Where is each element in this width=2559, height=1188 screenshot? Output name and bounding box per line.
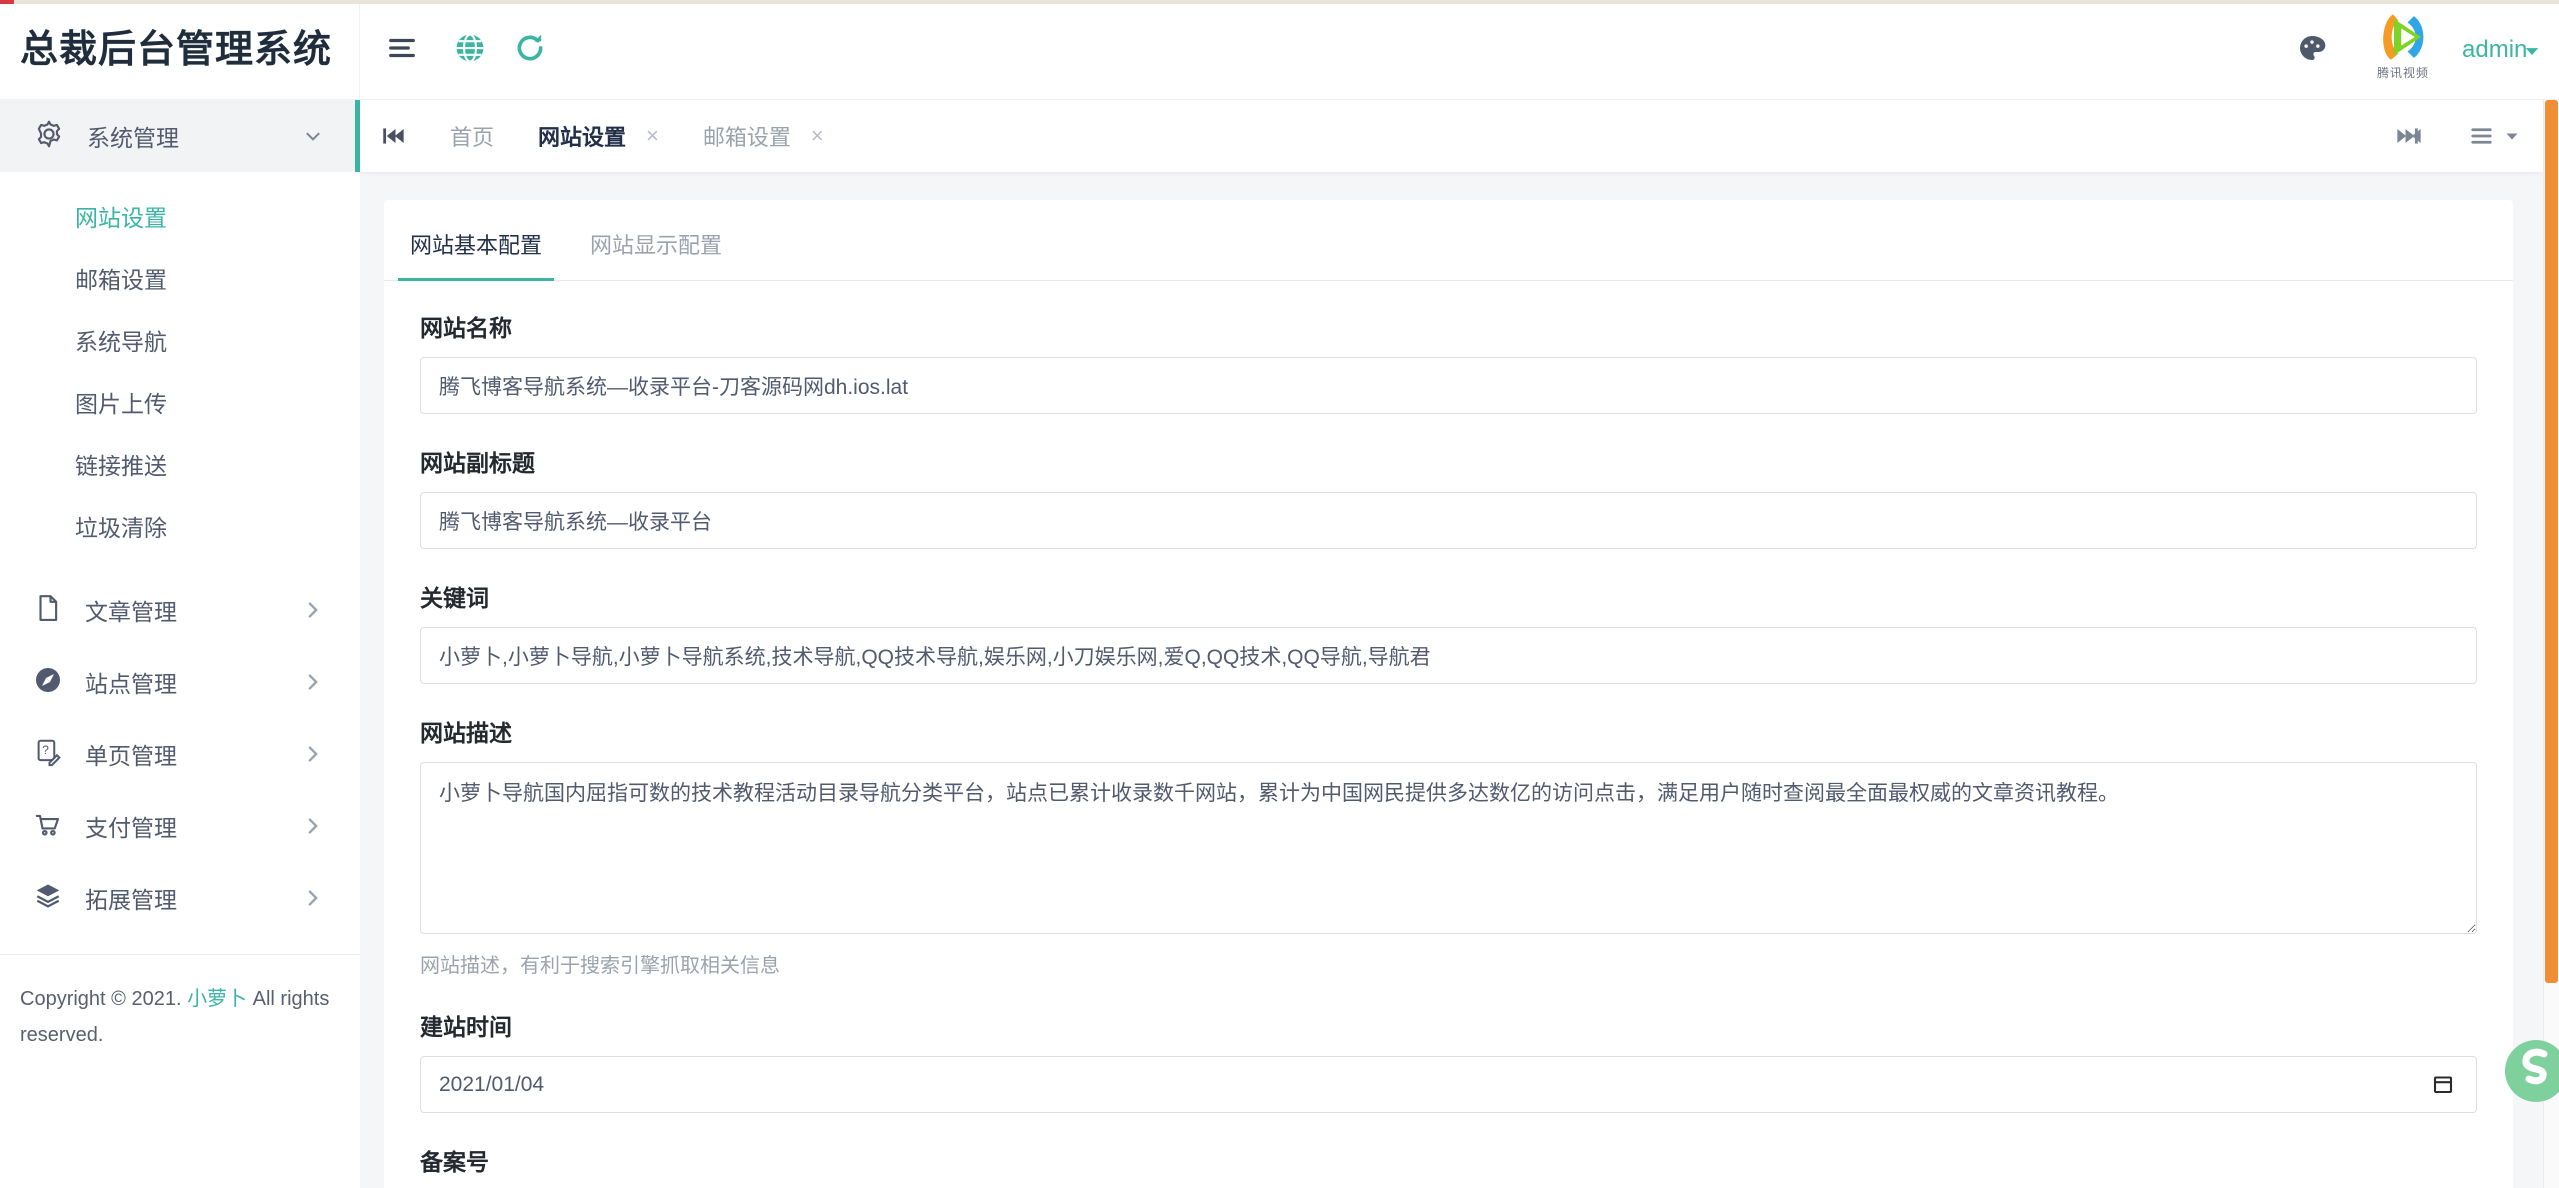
svg-text:?: ? xyxy=(42,743,49,757)
page-tabbar: 首页 网站设置 × 邮箱设置 × xyxy=(360,100,2543,172)
palette-icon xyxy=(2296,32,2328,69)
sidebar-group-label: 单页管理 xyxy=(85,737,177,771)
subtitle-input[interactable] xyxy=(420,492,2477,549)
copyright: Copyright © 2021. 小萝卜 All rights reserve… xyxy=(0,955,330,1053)
scrollbar-thumb[interactable] xyxy=(2545,100,2558,983)
tab-label: 网站设置 xyxy=(538,120,626,152)
close-icon[interactable]: × xyxy=(646,125,659,147)
floating-s-badge[interactable] xyxy=(2503,1038,2559,1104)
sidebar-item-system-nav[interactable]: 系统导航 xyxy=(0,311,360,373)
chevron-right-icon xyxy=(306,601,320,624)
tab-site-settings[interactable]: 网站设置 × xyxy=(538,120,659,152)
scroll-tabs-right-button[interactable] xyxy=(2395,122,2423,150)
gear-icon xyxy=(33,118,65,155)
sidebar: 系统管理 网站设置 邮箱设置 系统导航 图片上传 链接推送 垃圾清除 文章管理 … xyxy=(0,100,360,1188)
created-date-label: 建站时间 xyxy=(420,1008,2477,1042)
sidebar-group-articles[interactable]: 文章管理 xyxy=(0,574,360,646)
site-settings-form: 网站名称 网站副标题 关键词 网站描述 网站描述，有利于搜索引擎抓取相关信息 建… xyxy=(384,309,2513,1188)
chevron-right-icon xyxy=(306,817,320,840)
page-edit-icon: ? xyxy=(33,737,63,772)
icp-label: 备案号 xyxy=(420,1143,2477,1177)
chevron-right-icon xyxy=(306,673,320,696)
sidebar-group-system[interactable]: 系统管理 xyxy=(0,100,360,172)
tab-home[interactable]: 首页 xyxy=(450,120,494,152)
tab-label: 首页 xyxy=(450,120,494,152)
cart-icon xyxy=(33,809,63,844)
close-icon[interactable]: × xyxy=(811,125,824,147)
user-menu[interactable]: admin xyxy=(2462,0,2527,100)
scrollbar-track xyxy=(2543,100,2559,1188)
description-label: 网站描述 xyxy=(420,714,2477,748)
sidebar-group-pages[interactable]: ? 单页管理 xyxy=(0,718,360,790)
site-name-label: 网站名称 xyxy=(420,309,2477,343)
active-menu-indicator xyxy=(355,100,360,172)
document-icon xyxy=(33,593,63,628)
site-name-input[interactable] xyxy=(420,357,2477,414)
chevron-down-icon[interactable] xyxy=(2524,44,2540,62)
copyright-brand: 小萝卜 xyxy=(187,988,247,1010)
avatar-caption: 腾讯视频 xyxy=(2368,64,2438,81)
sidebar-group-label: 站点管理 xyxy=(85,665,177,699)
settings-tabs: 网站基本配置 网站显示配置 xyxy=(384,200,2513,281)
keywords-input[interactable] xyxy=(420,627,2477,684)
tabbar-right-controls xyxy=(2395,121,2525,151)
sidebar-group-label: 支付管理 xyxy=(85,809,177,843)
refresh-icon xyxy=(513,31,547,70)
refresh-button[interactable] xyxy=(510,0,550,100)
tencent-video-logo-icon xyxy=(2368,8,2438,66)
copyright-text: Copyright © 2021. xyxy=(20,988,182,1010)
description-textarea[interactable] xyxy=(420,762,2477,934)
topbar: 总裁后台管理系统 腾讯视频 admin xyxy=(0,0,2559,100)
created-date-field xyxy=(420,1056,2477,1113)
language-button[interactable] xyxy=(450,0,490,100)
theme-button[interactable] xyxy=(2292,0,2332,100)
sidebar-group-extensions[interactable]: 拓展管理 xyxy=(0,862,360,934)
sidebar-item-mail-settings[interactable]: 邮箱设置 xyxy=(0,249,360,311)
created-date-input[interactable] xyxy=(420,1056,2477,1113)
sidebar-item-image-upload[interactable]: 图片上传 xyxy=(0,373,360,435)
tab-basic-config[interactable]: 网站基本配置 xyxy=(398,206,554,280)
settings-card: 网站基本配置 网站显示配置 网站名称 网站副标题 关键词 网站描述 网站描述，有… xyxy=(384,200,2513,1188)
user-avatar[interactable]: 腾讯视频 xyxy=(2368,8,2438,81)
subtitle-label: 网站副标题 xyxy=(420,444,2477,478)
main-content: 网站基本配置 网站显示配置 网站名称 网站副标题 关键词 网站描述 网站描述，有… xyxy=(360,172,2543,1188)
tab-display-config[interactable]: 网站显示配置 xyxy=(578,206,734,280)
chevron-right-icon xyxy=(306,745,320,768)
sidebar-group-payment[interactable]: 支付管理 xyxy=(0,790,360,862)
sidebar-group-sites[interactable]: 站点管理 xyxy=(0,646,360,718)
sidebar-collapse-button[interactable] xyxy=(382,0,422,100)
tab-mail-settings[interactable]: 邮箱设置 × xyxy=(703,120,824,152)
description-help: 网站描述，有利于搜索引擎抓取相关信息 xyxy=(420,949,2477,978)
chevron-right-icon xyxy=(306,889,320,912)
sidebar-submenu-system: 网站设置 邮箱设置 系统导航 图片上传 链接推送 垃圾清除 xyxy=(0,172,360,574)
compass-icon xyxy=(33,665,63,700)
sidebar-item-site-settings[interactable]: 网站设置 xyxy=(0,187,360,249)
app-logo: 总裁后台管理系统 xyxy=(0,0,360,100)
scroll-tabs-left-button[interactable] xyxy=(378,122,406,150)
globe-icon xyxy=(453,31,487,70)
sidebar-group-label: 文章管理 xyxy=(85,593,177,627)
sidebar-group-label: 系统管理 xyxy=(87,119,179,153)
hamburger-icon xyxy=(384,33,420,68)
tab-label: 邮箱设置 xyxy=(703,120,791,152)
keywords-label: 关键词 xyxy=(420,579,2477,613)
layers-icon xyxy=(33,881,63,916)
chevron-down-icon xyxy=(304,129,322,148)
tab-actions-menu[interactable] xyxy=(2469,121,2519,151)
sidebar-group-label: 拓展管理 xyxy=(85,881,177,915)
sidebar-item-trash-clean[interactable]: 垃圾清除 xyxy=(0,497,360,559)
top-progress-indicator xyxy=(0,0,14,4)
sidebar-item-link-push[interactable]: 链接推送 xyxy=(0,435,360,497)
top-accent-line xyxy=(0,0,2559,4)
